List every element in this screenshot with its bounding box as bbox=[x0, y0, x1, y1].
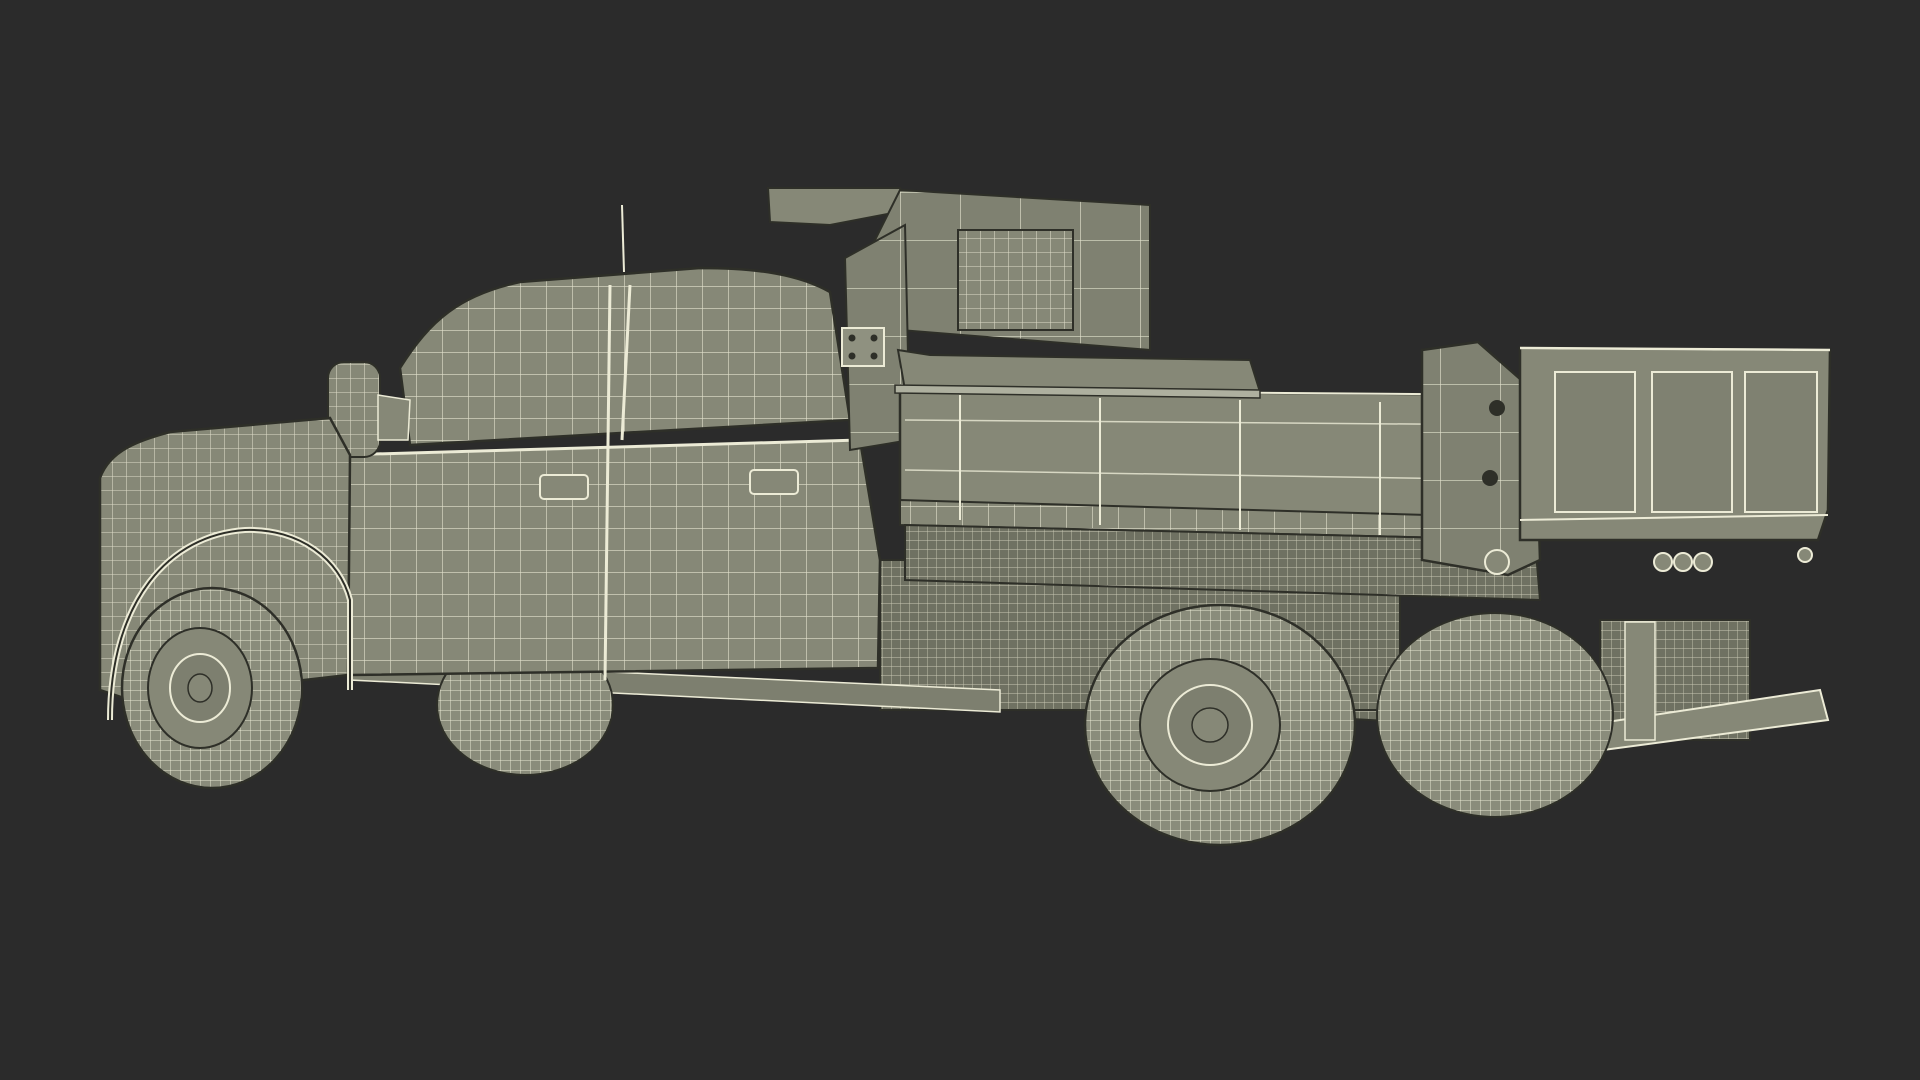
truck-cab bbox=[338, 204, 882, 681]
truck-render bbox=[98, 187, 1832, 847]
render-viewport bbox=[0, 0, 1920, 1080]
rear-outer-tire bbox=[1083, 603, 1357, 847]
front-tire bbox=[120, 586, 304, 790]
tailgate bbox=[1518, 346, 1832, 572]
rear-inner-tire bbox=[1376, 612, 1614, 818]
